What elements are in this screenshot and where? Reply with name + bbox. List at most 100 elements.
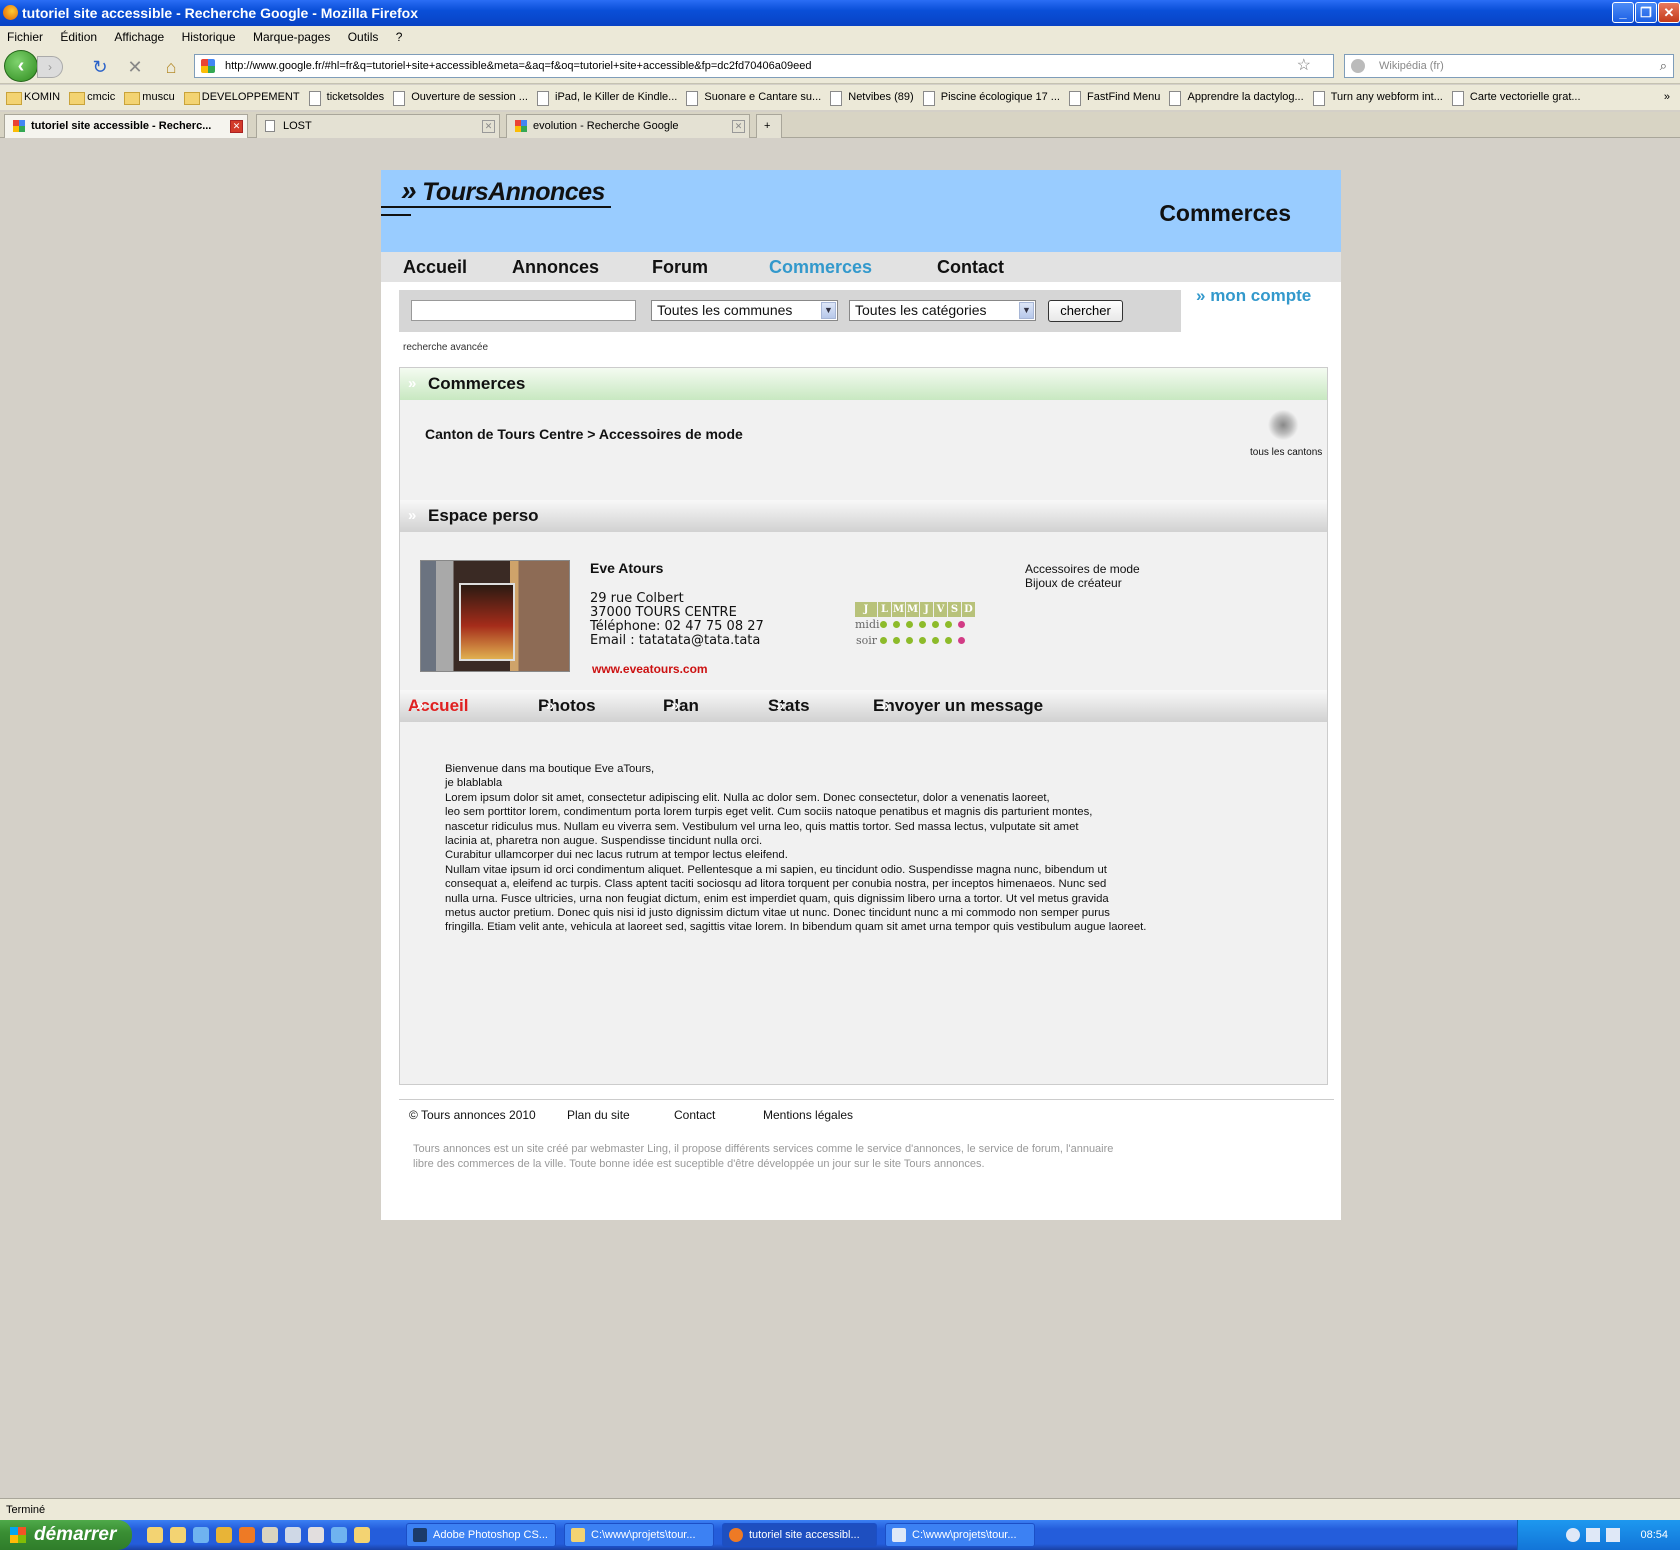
chrome-icon[interactable]	[216, 1527, 232, 1543]
footer-link-mentions[interactable]: Mentions légales	[763, 1108, 853, 1122]
menu-aide[interactable]: ?	[396, 30, 403, 44]
folder-icon[interactable]	[170, 1527, 186, 1543]
system-tray: 08:54	[1517, 1520, 1680, 1550]
close-tab-icon[interactable]: ✕	[732, 120, 745, 133]
tab-evolution[interactable]: evolution - Recherche Google ✕	[506, 114, 750, 138]
bookmark-item[interactable]: iPad, le Killer de Kindle...	[537, 85, 677, 110]
nav-contact[interactable]: Contact	[937, 257, 1004, 278]
window-title-bar: tutoriel site accessible - Recherche Goo…	[0, 0, 1680, 26]
all-cantons-link[interactable]: tous les cantons	[1250, 447, 1322, 458]
search-bar: Toutes les communes ▼ Toutes les catégor…	[399, 290, 1181, 332]
bookmark-item[interactable]: Carte vectorielle grat...	[1451, 85, 1581, 110]
minimize-button[interactable]: _	[1612, 2, 1634, 23]
chevron-right-icon[interactable]: »	[1664, 85, 1670, 110]
close-button[interactable]: ✕	[1658, 2, 1680, 23]
tab-lost[interactable]: LOST ✕	[256, 114, 500, 138]
nav-commerces[interactable]: Commerces	[769, 257, 872, 278]
task-editor[interactable]: C:\www\projets\tour...	[885, 1523, 1035, 1547]
hours-day: J	[920, 602, 933, 617]
bookmark-item[interactable]: ticketsoldes	[308, 85, 384, 110]
tray-icon[interactable]	[1566, 1528, 1580, 1542]
messenger-icon[interactable]	[262, 1527, 278, 1543]
hours-day: L	[878, 602, 891, 617]
breadcrumb: Canton de Tours Centre > Accessoires de …	[425, 426, 743, 442]
stop-icon[interactable]: ✕	[124, 56, 146, 78]
task-firefox[interactable]: tutoriel site accessibl...	[722, 1523, 877, 1547]
footer-link-contact[interactable]: Contact	[674, 1108, 715, 1122]
start-button[interactable]: démarrer	[0, 1520, 132, 1550]
menu-marque-pages[interactable]: Marque-pages	[253, 30, 330, 44]
hours-dot-open	[919, 637, 926, 644]
home-icon[interactable]: ⌂	[160, 56, 182, 78]
bookmark-item[interactable]: Suonare e Cantare su...	[686, 85, 821, 110]
menu-edition[interactable]: Édition	[60, 30, 97, 44]
ie-icon[interactable]	[331, 1527, 347, 1543]
close-tab-icon[interactable]: ✕	[482, 120, 495, 133]
hours-dot-open	[880, 621, 887, 628]
commune-value: Toutes les communes	[657, 302, 793, 318]
bookmark-folder[interactable]: cmcic	[69, 85, 115, 110]
category-select[interactable]: Toutes les catégories ▼	[849, 300, 1036, 321]
menu-outils[interactable]: Outils	[348, 30, 379, 44]
google-favicon-icon	[13, 120, 25, 132]
task-explorer[interactable]: C:\www\projets\tour...	[564, 1523, 714, 1547]
shop-tab-photos[interactable]: » Photos	[538, 690, 596, 722]
forward-button[interactable]: ›	[37, 56, 63, 78]
menu-affichage[interactable]: Affichage	[114, 30, 164, 44]
menu-historique[interactable]: Historique	[182, 30, 236, 44]
bookmark-item[interactable]: Netvibes (89)	[830, 85, 914, 110]
shop-tab-plan[interactable]: » Plan	[663, 690, 699, 722]
folder-icon[interactable]	[354, 1527, 370, 1543]
shop-tab-stats[interactable]: » Stats	[768, 690, 810, 722]
bookmark-star-icon[interactable]: ☆	[1297, 55, 1311, 77]
site-logo[interactable]: » ToursAnnonces	[401, 175, 605, 207]
bookmark-item[interactable]: Apprendre la dactylog...	[1169, 85, 1304, 110]
network-icon[interactable]	[285, 1527, 301, 1543]
nav-annonces[interactable]: Annonces	[512, 257, 599, 278]
account-link[interactable]: » mon compte	[1196, 286, 1311, 306]
bookmark-item[interactable]: FastFind Menu	[1069, 85, 1160, 110]
search-input[interactable]: Wikipédia (fr) ⌕	[1344, 54, 1674, 78]
tab-google-search[interactable]: tutoriel site accessible - Recherc... ✕	[4, 114, 248, 138]
canton-map-icon[interactable]	[1267, 410, 1303, 440]
account-label: mon compte	[1210, 286, 1312, 305]
firefox-icon[interactable]	[239, 1527, 255, 1543]
nav-forum[interactable]: Forum	[652, 257, 708, 278]
nav-accueil[interactable]: Accueil	[403, 257, 467, 278]
tool-icon[interactable]	[308, 1527, 324, 1543]
commune-select[interactable]: Toutes les communes ▼	[651, 300, 838, 321]
chevron-right-icon: »	[416, 697, 425, 714]
bookmark-folder[interactable]: KOMIN	[6, 85, 60, 110]
back-button[interactable]: ‹	[4, 50, 38, 82]
shop-email[interactable]: Email : tatatata@tata.tata	[590, 633, 760, 648]
task-photoshop[interactable]: Adobe Photoshop CS...	[406, 1523, 556, 1547]
keyword-input[interactable]	[411, 300, 636, 321]
bookmark-item[interactable]: Turn any webform int...	[1312, 85, 1443, 110]
reload-icon[interactable]: ↻	[89, 56, 111, 78]
folder-icon	[571, 1528, 585, 1542]
ie-icon[interactable]	[193, 1527, 209, 1543]
search-icon[interactable]: ⌕	[1660, 55, 1667, 77]
advanced-search-link[interactable]: recherche avancée	[403, 342, 488, 353]
tray-icon[interactable]	[1606, 1528, 1620, 1542]
shop-website-link[interactable]: www.eveatours.com	[592, 662, 708, 676]
content-box: » Commerces Canton de Tours Centre > Acce…	[399, 367, 1328, 1085]
search-button[interactable]: chercher	[1048, 300, 1123, 322]
url-bar[interactable]: http://www.google.fr/#hl=fr&q=tutoriel+s…	[194, 54, 1334, 78]
footer-link-plan[interactable]: Plan du site	[567, 1108, 630, 1122]
shop-category: Accessoires de mode	[1025, 562, 1140, 576]
maximize-button[interactable]: ❐	[1635, 2, 1657, 23]
new-tab-button[interactable]: +	[756, 114, 782, 138]
bookmark-item[interactable]: Piscine écologique 17 ...	[922, 85, 1060, 110]
tray-icon[interactable]	[1586, 1528, 1600, 1542]
bookmark-item[interactable]: Ouverture de session ...	[393, 85, 528, 110]
menu-fichier[interactable]: Fichier	[7, 30, 43, 44]
bookmark-folder[interactable]: DEVELOPPEMENT	[183, 85, 300, 110]
bookmark-folder[interactable]: muscu	[124, 85, 175, 110]
shop-tab-message[interactable]: » Envoyer un message	[873, 690, 1043, 722]
folder-icon[interactable]	[147, 1527, 163, 1543]
hours-day: D	[962, 602, 975, 617]
chevron-right-icon: »	[546, 697, 555, 714]
shop-tab-accueil[interactable]: » Accueil	[408, 690, 468, 722]
close-tab-icon[interactable]: ✕	[230, 120, 243, 133]
